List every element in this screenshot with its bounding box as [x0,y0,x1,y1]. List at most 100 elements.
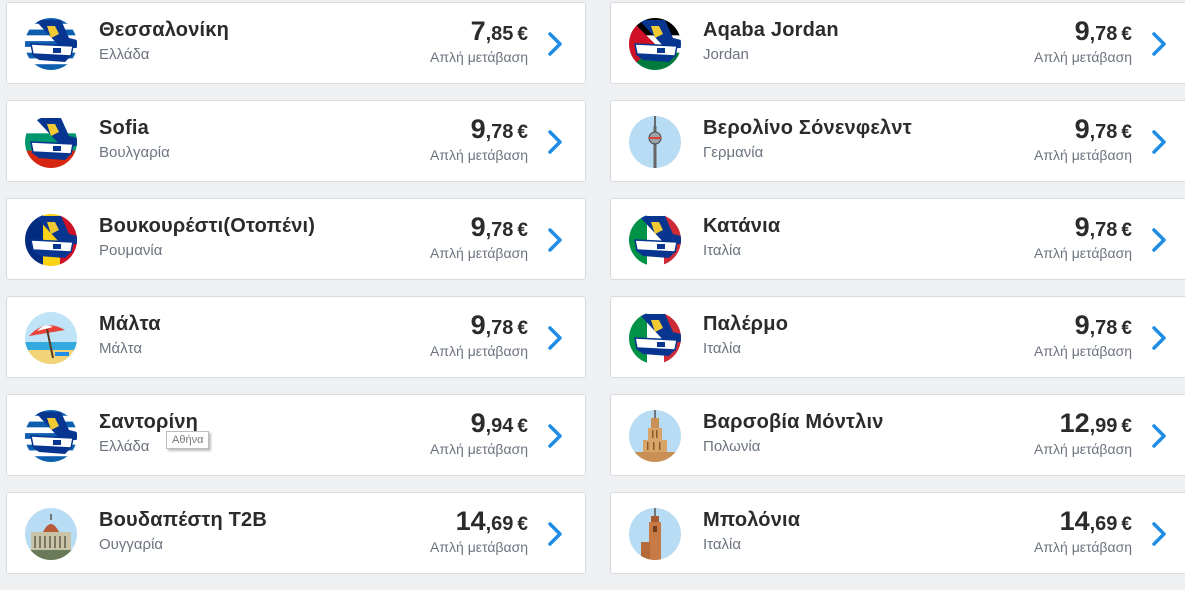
destination-country: Πολωνία [703,438,761,455]
greece-flag-plane-icon [25,18,77,70]
price: 9,78 € [1075,212,1132,243]
price-decimal: ,69 [485,513,514,535]
price-integer: 9 [1074,16,1090,46]
destination-card[interactable]: Παλέρμο Ιταλία 9,78 € Απλή μετάβαση [610,296,1185,378]
price-integer: 14 [455,506,486,536]
destination-card[interactable]: Κατάνια Ιταλία 9,78 € Απλή μετάβαση [610,198,1185,280]
price: 9,78 € [471,212,528,243]
fare-type: Απλή μετάβαση [430,245,528,261]
right-destination-column: Aqaba Jordan Jordan 9,78 € Απλή μετάβαση … [610,2,1185,590]
destination-card[interactable]: Σαντορίνη Ελλάδα 9,94 € Απλή μετάβαση [6,394,586,476]
tv-tower-icon [629,116,681,168]
price-decimal: ,78 [485,121,514,143]
fare-type: Απλή μετάβαση [1034,539,1132,555]
destination-country: Ελλάδα [99,438,150,455]
destination-card[interactable]: Μπολόνια Ιταλία 14,69 € Απλή μετάβαση [610,492,1185,574]
price-decimal: ,78 [1089,219,1118,241]
romania-flag-plane-icon [25,214,77,266]
price: 7,85 € [471,16,528,47]
price-integer: 9 [1074,310,1090,340]
fare-type: Απλή μετάβαση [1034,441,1132,457]
price: 9,78 € [471,310,528,341]
price: 9,78 € [471,114,528,145]
destination-card[interactable]: Βουδαπέστη T2B Ουγγαρία 14,69 € Απλή μετά… [6,492,586,574]
chevron-right-icon[interactable] [1149,325,1169,351]
destination-card[interactable]: Μάλτα Μάλτα 9,78 € Απλή μετάβαση [6,296,586,378]
currency-symbol: € [1121,24,1132,45]
destination-name: Βαρσοβία Μόντλιν [703,411,884,433]
destination-card[interactable]: Θεσσαλονίκη Ελλάδα 7,85 € Απλή μετάβαση [6,2,586,84]
destination-name: Μάλτα [99,313,161,335]
fare-type: Απλή μετάβαση [430,343,528,359]
price-decimal: ,99 [1089,415,1118,437]
currency-symbol: € [517,318,528,339]
chevron-right-icon[interactable] [545,423,565,449]
price-integer: 7 [470,16,486,46]
destination-name: Βερολίνο Σόνενφελντ [703,117,912,139]
left-destination-column: Θεσσαλονίκη Ελλάδα 7,85 € Απλή μετάβαση S… [6,2,586,590]
price-integer: 14 [1059,506,1090,536]
destination-name: Θεσσαλονίκη [99,19,230,41]
destination-name: Sofia [99,117,149,139]
price-integer: 9 [1074,114,1090,144]
destination-name: Μπολόνια [703,509,801,531]
chevron-right-icon[interactable] [545,325,565,351]
price: 9,78 € [1075,114,1132,145]
price-decimal: ,78 [1089,121,1118,143]
price: 9,78 € [1075,16,1132,47]
fare-type: Απλή μετάβαση [430,441,528,457]
destination-country: Ουγγαρία [99,536,164,553]
currency-symbol: € [517,122,528,143]
chevron-right-icon[interactable] [1149,423,1169,449]
chevron-right-icon[interactable] [545,31,565,57]
destination-card[interactable]: Sofia Βουλγαρία 9,78 € Απλή μετάβαση [6,100,586,182]
chevron-right-icon[interactable] [1149,129,1169,155]
chevron-right-icon[interactable] [1149,227,1169,253]
currency-symbol: € [517,416,528,437]
chevron-right-icon[interactable] [1149,31,1169,57]
chevron-right-icon[interactable] [545,227,565,253]
destination-card[interactable]: Βερολίνο Σόνενφελντ Γερμανία 9,78 € Απλή … [610,100,1185,182]
parliament-building-icon [25,508,77,560]
price: 14,69 € [1060,506,1132,537]
destination-country: Jordan [703,46,749,63]
price-decimal: ,78 [1089,23,1118,45]
palace-of-culture-icon [629,410,681,462]
chevron-right-icon[interactable] [545,521,565,547]
destination-name: Aqaba Jordan [703,19,839,41]
destination-card[interactable]: Βουκουρέστι(Οτοπένι) Ρουμανία 9,78 € Απλή… [6,198,586,280]
tooltip: Αθήνα [166,431,210,449]
currency-symbol: € [1121,220,1132,241]
price-decimal: ,78 [485,317,514,339]
price-decimal: ,69 [1089,513,1118,535]
fare-type: Απλή μετάβαση [1034,147,1132,163]
destination-country: Ιταλία [703,242,742,259]
fare-type: Απλή μετάβαση [1034,49,1132,65]
currency-symbol: € [1121,416,1132,437]
beach-umbrella-icon [25,312,77,364]
fare-type: Απλή μετάβαση [1034,343,1132,359]
destination-name: Παλέρμο [703,313,789,335]
price: 9,78 € [1075,310,1132,341]
price-integer: 9 [1074,212,1090,242]
destination-country: Ελλάδα [99,46,150,63]
destination-country: Ιταλία [703,536,742,553]
destination-name: Βουκουρέστι(Οτοπένι) [99,215,316,237]
currency-symbol: € [517,220,528,241]
destination-card[interactable]: Aqaba Jordan Jordan 9,78 € Απλή μετάβαση [610,2,1185,84]
price-decimal: ,94 [485,415,514,437]
currency-symbol: € [517,514,528,535]
destination-country: Γερμανία [703,144,764,161]
destination-card[interactable]: Βαρσοβία Μόντλιν Πολωνία 12,99 € Απλή μετ… [610,394,1185,476]
price-decimal: ,85 [485,23,514,45]
chevron-right-icon[interactable] [545,129,565,155]
chevron-right-icon[interactable] [1149,521,1169,547]
greece-flag-plane-icon [25,410,77,462]
destination-country: Ρουμανία [99,242,163,259]
bulgaria-flag-plane-icon [25,116,77,168]
italy-flag-plane-icon [629,214,681,266]
fare-type: Απλή μετάβαση [430,147,528,163]
destination-name: Κατάνια [703,215,781,237]
medieval-tower-icon [629,508,681,560]
price: 9,94 € [471,408,528,439]
